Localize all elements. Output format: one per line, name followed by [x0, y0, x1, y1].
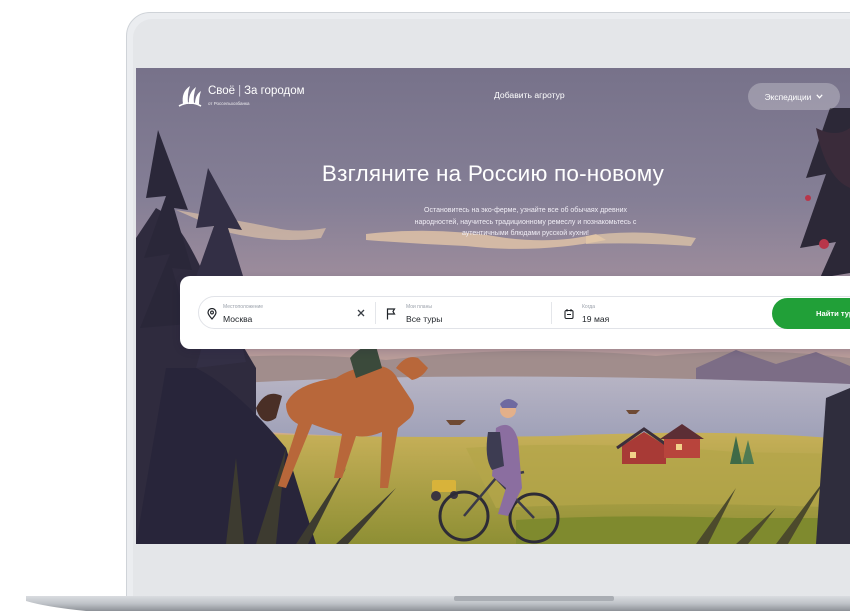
top-navigation-bar: Своё | За городом от Россельхозбанка Добав… [136, 68, 850, 126]
hero-subtitle: Остановитесь на эко-ферме, узнайте все о… [363, 205, 688, 240]
chevron-down-icon [816, 94, 823, 99]
hero-subtitle-line: аутентичными блюдами русской кухни! [461, 230, 590, 237]
expeditions-label: Экспедиции [764, 91, 812, 102]
brand-subtitle: от Россельхозбанка [208, 101, 250, 106]
brand-title[interactable]: Своё | За городом [208, 85, 305, 98]
brand-logo-icon[interactable] [178, 82, 202, 108]
location-label: Местоположение [223, 304, 264, 310]
search-card: Местоположение Москва Мои планы Все туры [180, 276, 850, 349]
hero-subtitle-line: Остановитесь на эко-ферме, узнайте все о… [424, 207, 627, 214]
add-agrotour-link[interactable]: Добавить агротур [494, 90, 565, 100]
expeditions-dropdown-button[interactable]: Экспедиции [748, 83, 840, 110]
laptop-base [26, 596, 850, 611]
date-label: Когда [582, 304, 595, 310]
brand-section-name: За городом [244, 85, 305, 97]
calendar-icon [564, 309, 574, 320]
find-tours-button[interactable]: Найти туры [772, 298, 850, 329]
date-value: 19 мая [582, 314, 610, 324]
location-field[interactable]: Местоположение Москва [199, 297, 375, 328]
hero-subtitle-line: народностей, научитесь традиционному рем… [414, 218, 637, 226]
brand-name: Своё [208, 85, 236, 97]
location-value: Москва [223, 314, 253, 324]
plans-label: Мои планы [406, 304, 432, 310]
date-field[interactable]: Когда 19 мая [552, 297, 732, 328]
search-fields: Местоположение Москва Мои планы Все туры [198, 296, 850, 329]
location-pin-icon [207, 308, 217, 320]
flag-icon [386, 308, 396, 320]
clear-location-icon[interactable] [356, 308, 366, 318]
plans-value: Все туры [406, 314, 443, 324]
hero-title: Взгляните на Россию по-новому [321, 161, 665, 186]
plans-field[interactable]: Мои планы Все туры [376, 297, 551, 328]
website-screen: Своё | За городом от Россельхозбанка Добав… [136, 68, 850, 544]
brand-separator: | [238, 85, 242, 97]
